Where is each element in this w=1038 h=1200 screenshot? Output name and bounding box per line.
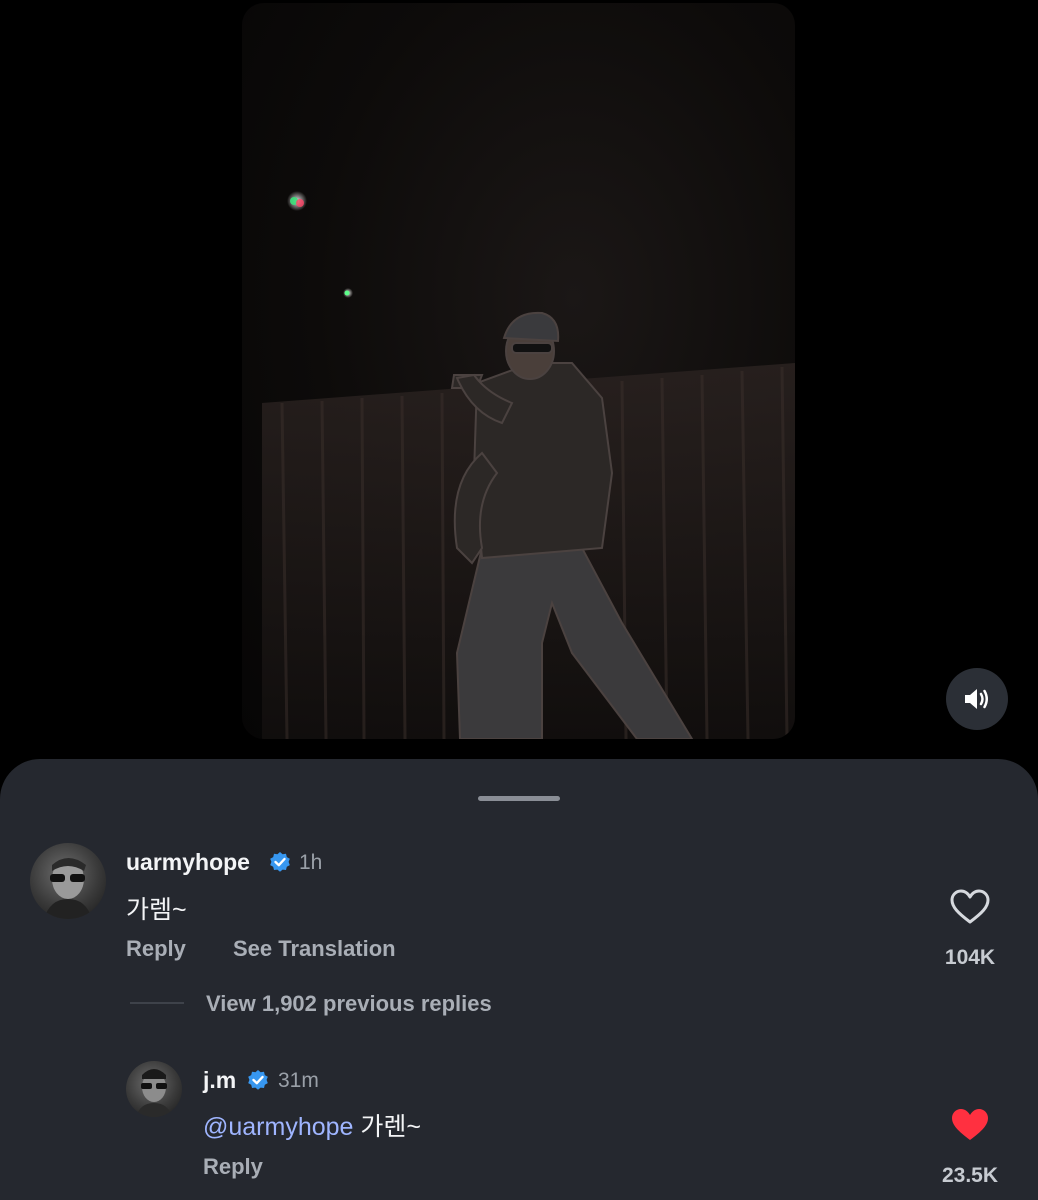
reply-username[interactable]: j.m — [203, 1067, 236, 1094]
view-previous-replies-button[interactable]: View 1,902 previous replies — [206, 991, 492, 1017]
reply-button[interactable]: Reply — [203, 1154, 263, 1180]
like-count: 104K — [944, 946, 996, 969]
reply-avatar[interactable] — [126, 1061, 182, 1117]
speaker-icon — [965, 689, 988, 709]
mention-link[interactable]: @uarmyhope — [203, 1113, 353, 1141]
verified-badge-icon — [248, 1070, 268, 1090]
verified-badge-icon — [270, 852, 290, 872]
comment-text: 가렘~ — [126, 896, 187, 924]
video-player[interactable] — [242, 3, 795, 739]
reply-timestamp: 31m — [278, 1069, 319, 1092]
avatar[interactable] — [30, 843, 106, 919]
comments-sheet: uarmyhope 1h 가렘~ Reply See Translation 1… — [0, 759, 1038, 1200]
reply-text: @uarmyhope 가렌~ — [203, 1107, 421, 1143]
comment-timestamp: 1h — [299, 851, 323, 874]
screen: uarmyhope 1h 가렘~ Reply See Translation 1… — [0, 0, 1038, 1200]
reply-body: 가렌~ — [353, 1113, 421, 1141]
video-frame — [262, 191, 795, 739]
mute-toggle-button[interactable] — [946, 668, 1008, 730]
heart-filled-icon[interactable] — [950, 1107, 990, 1143]
reply-button[interactable]: Reply — [126, 936, 186, 962]
replies-divider — [130, 1002, 184, 1004]
like-count: 23.5K — [941, 1164, 999, 1187]
heart-outline-icon[interactable] — [950, 889, 990, 925]
see-translation-button[interactable]: See Translation — [233, 936, 396, 962]
sheet-drag-handle[interactable] — [478, 796, 560, 801]
comment-username[interactable]: uarmyhope — [126, 849, 250, 876]
